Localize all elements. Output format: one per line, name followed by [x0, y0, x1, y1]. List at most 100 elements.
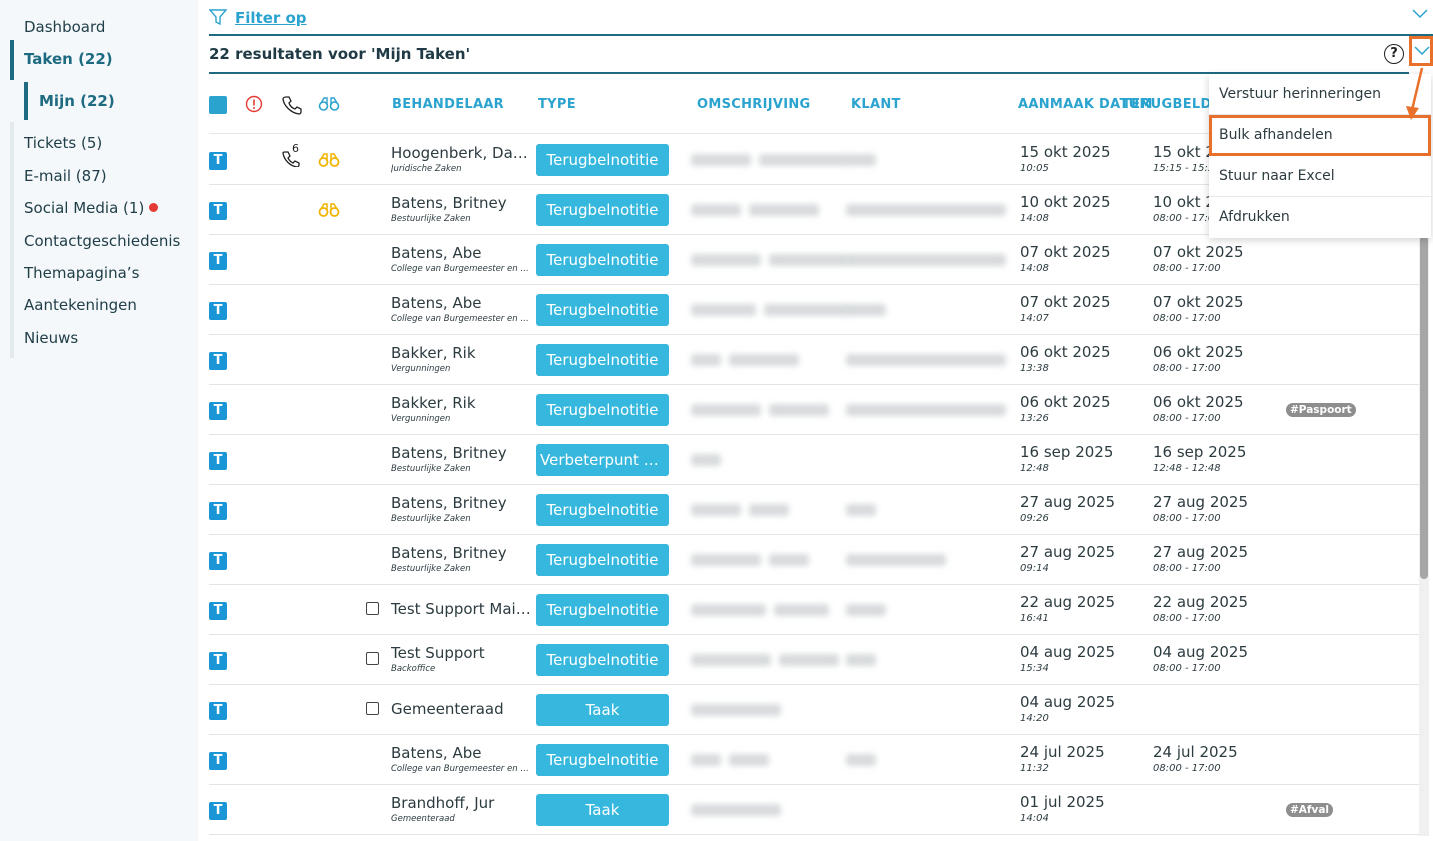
created-time: 14:04	[1020, 813, 1049, 824]
task-type-badge: T	[209, 252, 227, 270]
sidebar-item-email[interactable]: E-mail (87)	[24, 167, 107, 185]
priority-icon[interactable]	[245, 95, 263, 113]
created-time: 15:34	[1020, 663, 1049, 674]
menu-item-afdrukken[interactable]: Afdrukken	[1209, 197, 1431, 238]
row-checkbox[interactable]	[366, 602, 379, 615]
help-icon[interactable]: ?	[1384, 44, 1404, 64]
handler-cell: Batens, Britney Bestuurlijke Zaken	[391, 544, 531, 575]
table-row[interactable]: T Batens, Britney Bestuurlijke Zaken Verbet…	[209, 435, 1419, 485]
created-time: 14:20	[1020, 713, 1049, 724]
column-header-type[interactable]: TYPE	[538, 97, 576, 112]
callback-time: 08:00 - 17:00	[1153, 363, 1221, 374]
table-row[interactable]: T Batens, Britney Bestuurlijke Zaken Terugb…	[209, 485, 1419, 535]
handler-cell: Batens, Abe College van Burgemeester en W…	[391, 294, 531, 325]
handler-cell: Bakker, Rik Vergunningen	[391, 394, 531, 425]
handler-department: Bestuurlijke Zaken	[391, 564, 471, 574]
results-title: 22 resultaten voor 'Mijn Taken'	[209, 45, 471, 63]
type-button[interactable]: Terugbelnotitie	[536, 294, 669, 326]
handler-cell: Brandhoff, Jur Gemeenteraad	[391, 794, 531, 825]
created-time: 11:32	[1020, 763, 1049, 774]
task-table: T 6 Hoogenberk, Dan... Juridische Zaken Teru…	[209, 135, 1419, 835]
actions-dropdown-toggle[interactable]	[1409, 36, 1433, 66]
handler-name: Batens, Abe	[391, 744, 482, 762]
sidebar-item-themapaginas[interactable]: Themapagina’s	[24, 264, 139, 282]
created-date-cell: 27 aug 2025 09:26	[1020, 493, 1115, 527]
handler-department: College van Burgemeester en W...	[391, 314, 531, 324]
type-button[interactable]: Terugbelnotitie	[536, 494, 669, 526]
chevron-down-icon[interactable]	[1411, 8, 1429, 20]
table-row[interactable]: T Batens, Britney Bestuurlijke Zaken Terugb…	[209, 535, 1419, 585]
sidebar-item-mijn[interactable]: Mijn (22)	[39, 92, 115, 110]
description-redacted	[769, 404, 829, 416]
menu-item-bulk-afhandelen[interactable]: Bulk afhandelen	[1209, 115, 1431, 156]
type-button[interactable]: Verbeterpunt m...	[536, 444, 669, 476]
handler-cell: Batens, Britney Bestuurlijke Zaken	[391, 494, 531, 525]
callback-date-cell: 24 jul 2025 08:00 - 17:00	[1153, 743, 1238, 777]
filter-icon[interactable]	[209, 8, 227, 26]
sidebar-item-taken[interactable]: Taken (22)	[24, 50, 113, 68]
table-row[interactable]: T Test Support Backoffice Terugbelnotitie 04…	[209, 635, 1419, 685]
table-row[interactable]: T Bakker, Rik Vergunningen Terugbelnotitie 0…	[209, 335, 1419, 385]
type-button[interactable]: Terugbelnotitie	[536, 644, 669, 676]
callback-date: 06 okt 2025	[1153, 393, 1244, 411]
sidebar-item-nieuws[interactable]: Nieuws	[24, 329, 78, 347]
created-date: 04 aug 2025	[1020, 643, 1116, 661]
type-button[interactable]: Terugbelnotitie	[536, 544, 669, 576]
row-checkbox[interactable]	[366, 702, 379, 715]
created-date: 06 okt 2025	[1020, 393, 1111, 411]
table-row[interactable]: T Batens, Abe College van Burgemeester en …	[209, 235, 1419, 285]
table-row[interactable]: T Batens, Abe College van Burgemeester en …	[209, 735, 1419, 785]
handler-department: Vergunningen	[391, 414, 451, 424]
column-header-client[interactable]: KLANT	[851, 97, 901, 112]
type-button[interactable]: Terugbelnotitie	[536, 744, 669, 776]
sidebar-item-aantekeningen[interactable]: Aantekeningen	[24, 296, 137, 314]
callback-date: 06 okt 2025	[1153, 343, 1244, 361]
callback-date: 04 aug 2025	[1153, 643, 1249, 661]
client-redacted	[846, 204, 1006, 216]
handler-name: Batens, Abe	[391, 294, 482, 312]
filter-link[interactable]: Filter op	[235, 9, 307, 27]
binoculars-icon[interactable]	[318, 151, 340, 173]
binoculars-icon[interactable]	[318, 201, 340, 223]
type-button[interactable]: Taak	[536, 694, 669, 726]
select-all-checkbox[interactable]	[209, 96, 227, 114]
binoculars-icon[interactable]	[318, 95, 340, 113]
type-button[interactable]: Terugbelnotitie	[536, 194, 669, 226]
callback-time: 08:00 - 17:00	[1153, 263, 1221, 274]
table-row[interactable]: T Batens, Abe College van Burgemeester en …	[209, 285, 1419, 335]
type-button[interactable]: Terugbelnotitie	[536, 394, 669, 426]
sidebar-item-tickets[interactable]: Tickets (5)	[24, 134, 102, 152]
created-date: 04 aug 2025	[1020, 693, 1116, 711]
type-button[interactable]: Taak	[536, 794, 669, 826]
sidebar-item-social-media[interactable]: Social Media (1)	[24, 199, 159, 217]
type-button[interactable]: Terugbelnotitie	[536, 244, 669, 276]
handler-cell: Gemeenteraad	[391, 700, 531, 719]
description-redacted	[749, 504, 789, 516]
client-redacted	[846, 404, 1006, 416]
phone-icon[interactable]	[282, 95, 302, 115]
menu-item-verstuur-herinneringen[interactable]: Verstuur herinneringen	[1209, 74, 1431, 115]
actions-menu: Verstuur herinneringen Bulk afhandelen S…	[1209, 74, 1431, 238]
column-header-handler[interactable]: BEHANDELAAR	[392, 97, 504, 112]
sidebar-item-contactgeschiedenis[interactable]: Contactgeschiedenis	[24, 232, 180, 250]
tag-badge[interactable]: #Afval	[1286, 803, 1334, 817]
type-button[interactable]: Terugbelnotitie	[536, 144, 669, 176]
row-checkbox[interactable]	[366, 652, 379, 665]
client-redacted	[846, 154, 876, 166]
table-row[interactable]: T Test Support Mail... Terugbelnotitie 22 a…	[209, 585, 1419, 635]
description-redacted	[691, 154, 751, 166]
sidebar-item-dashboard[interactable]: Dashboard	[24, 18, 105, 36]
type-button[interactable]: Terugbelnotitie	[536, 594, 669, 626]
tag-badge[interactable]: #Paspoort	[1286, 403, 1356, 417]
column-header-description[interactable]: OMSCHRIJVING	[697, 97, 811, 112]
scrollbar-thumb[interactable]	[1420, 236, 1428, 579]
phone-icon[interactable]: 6	[281, 142, 301, 171]
created-date: 06 okt 2025	[1020, 343, 1111, 361]
table-row[interactable]: T Bakker, Rik Vergunningen Terugbelnotitie 0…	[209, 385, 1419, 435]
type-button[interactable]: Terugbelnotitie	[536, 344, 669, 376]
task-type-badge: T	[209, 802, 227, 820]
table-row[interactable]: T Gemeenteraad Taak 04 aug 2025 14:20	[209, 685, 1419, 735]
table-row[interactable]: T Brandhoff, Jur Gemeenteraad Taak 01 jul 20…	[209, 785, 1419, 835]
sidebar: Dashboard Taken (22) Mijn (22) Tickets (…	[0, 0, 198, 841]
menu-item-stuur-naar-excel[interactable]: Stuur naar Excel	[1209, 156, 1431, 197]
